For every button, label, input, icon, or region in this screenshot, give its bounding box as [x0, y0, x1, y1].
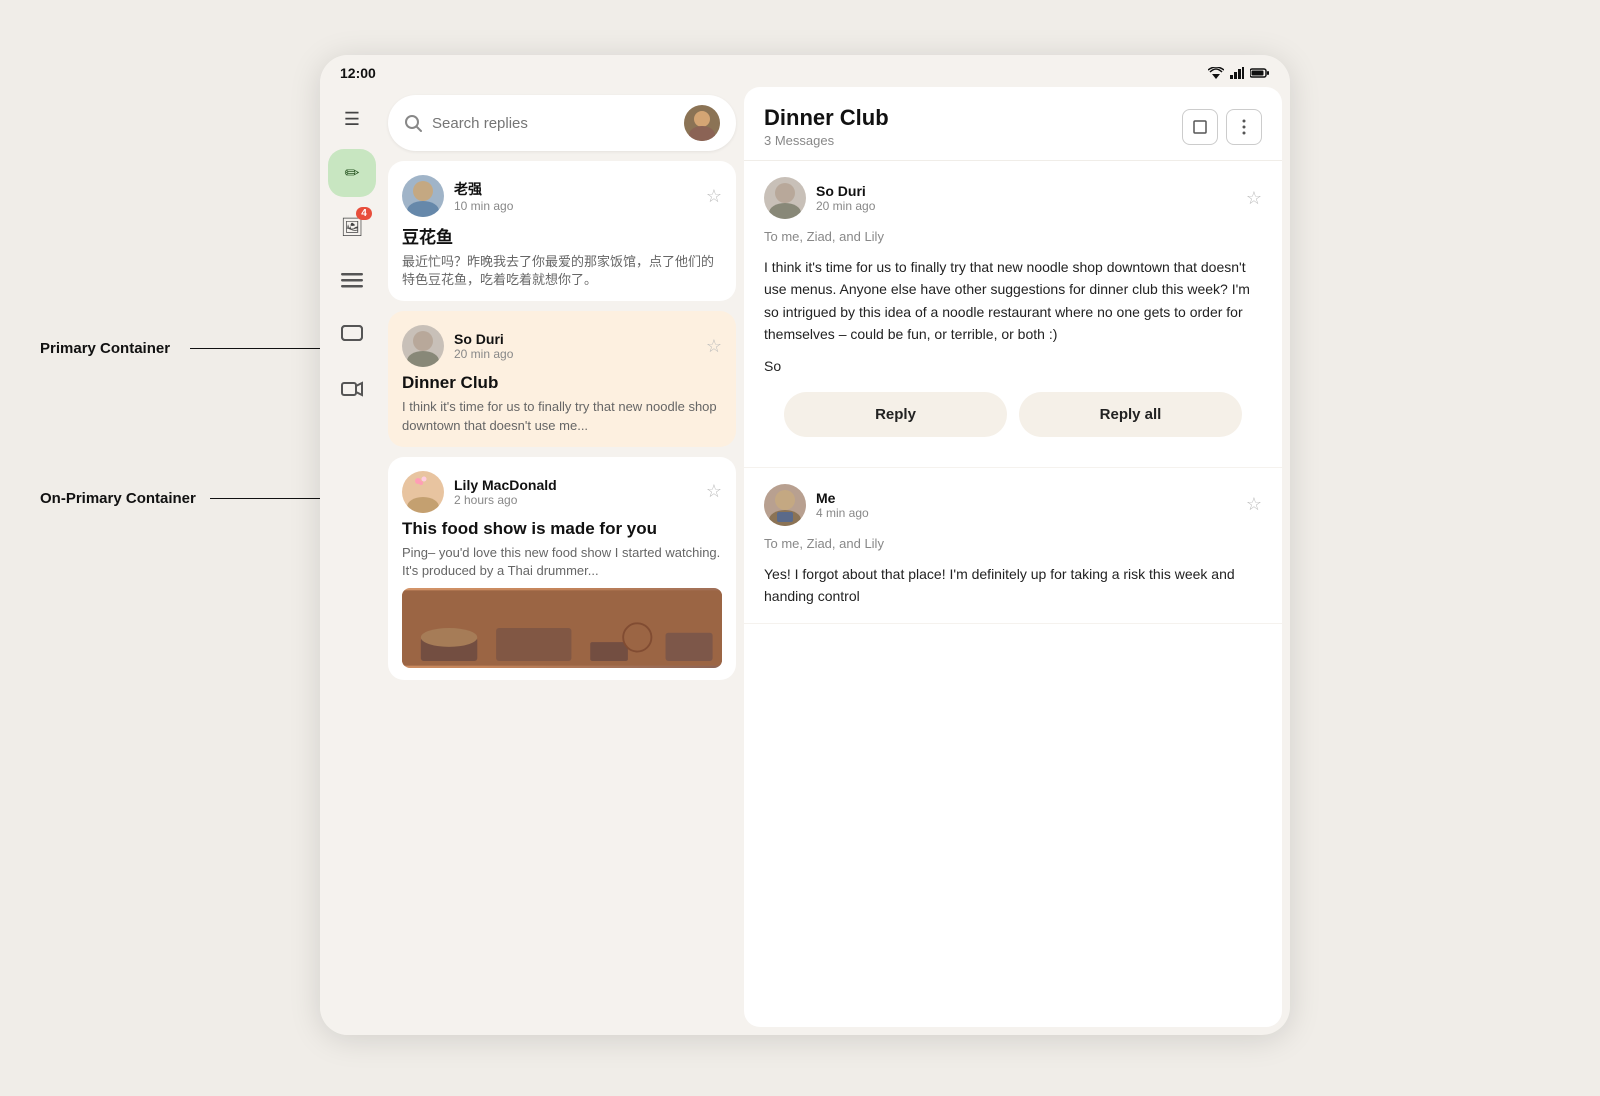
more-vert-icon: [1242, 119, 1246, 135]
email-card-lily[interactable]: Lily MacDonald 2 hours ago ☆ This food s…: [388, 457, 736, 680]
star-btn-laobao[interactable]: ☆: [706, 186, 722, 207]
nav-item-menu[interactable]: ☰: [328, 95, 376, 143]
detail-actions: [1182, 109, 1262, 145]
device-frame: 12:00: [320, 55, 1290, 1035]
wifi-icon: [1208, 67, 1224, 79]
reply-button[interactable]: Reply: [784, 392, 1007, 437]
message-time-soduri: 20 min ago: [816, 199, 1236, 213]
avatar-lily: [402, 471, 444, 513]
message-body-me: Yes! I forgot about that place! I'm defi…: [764, 563, 1262, 608]
window-icon: [1193, 120, 1207, 134]
inbox-badge: 4: [356, 207, 372, 220]
label-on-primary-container: On-Primary Container: [40, 490, 196, 507]
sender-name-lily: Lily MacDonald: [454, 477, 696, 493]
nav-sidebar: ☰ ✏ 🖼 4: [320, 87, 384, 1035]
email-time-soduri: 20 min ago: [454, 347, 696, 361]
star-btn-lily[interactable]: ☆: [706, 481, 722, 502]
left-panel: ☰ ✏ 🖼 4: [320, 87, 744, 1035]
status-icons: [1208, 67, 1270, 79]
nav-item-inbox[interactable]: 🖼 4: [328, 203, 376, 251]
email-preview-laobao: 最近忙吗？昨晚我去了你最爱的那家饭馆，点了他们的特色豆花鱼，吃着吃着就想你了。: [402, 253, 722, 289]
nav-item-chat[interactable]: [328, 311, 376, 359]
message-body-soduri: I think it's time for us to finally try …: [764, 256, 1262, 346]
email-preview-lily: Ping– you'd love this new food show I st…: [402, 544, 722, 580]
search-icon: [404, 114, 422, 132]
email-sender-info-laobao: 老强 10 min ago: [454, 179, 696, 213]
message-sender-name-me: Me: [816, 490, 1236, 506]
avatar-soduri: [402, 325, 444, 367]
message-sender-info-me: Me 4 min ago: [816, 490, 1236, 520]
message-sender-info-soduri: So Duri 20 min ago: [816, 183, 1236, 213]
message-avatar-soduri: [764, 177, 806, 219]
status-bar: 12:00: [320, 55, 1290, 87]
email-image-food: [402, 588, 722, 668]
reply-all-button[interactable]: Reply all: [1019, 392, 1242, 437]
nav-item-video[interactable]: [328, 365, 376, 413]
email-image-lily: [402, 588, 722, 668]
message-time-me: 4 min ago: [816, 506, 1236, 520]
message-to-soduri: To me, Ziad, and Lily: [764, 229, 1262, 244]
email-sender-info-lily: Lily MacDonald 2 hours ago: [454, 477, 696, 507]
message-item-me: Me 4 min ago ☆ To me, Ziad, and Lily Yes…: [744, 468, 1282, 625]
email-subject-lily: This food show is made for you: [402, 519, 722, 539]
email-detail-panel: Dinner Club 3 Messages: [744, 87, 1282, 1027]
message-star-me[interactable]: ☆: [1246, 494, 1262, 515]
email-card-header-laobao: 老强 10 min ago ☆: [402, 175, 722, 217]
message-sender-name-soduri: So Duri: [816, 183, 1236, 199]
main-content: ☰ ✏ 🖼 4: [320, 87, 1290, 1035]
detail-title-group: Dinner Club 3 Messages: [764, 105, 889, 148]
user-avatar: [684, 105, 720, 141]
email-time-lily: 2 hours ago: [454, 493, 696, 507]
nav-item-list[interactable]: [328, 257, 376, 305]
avatar-lily-image: [402, 471, 444, 513]
chat-icon: [341, 325, 363, 345]
detail-subtitle: 3 Messages: [764, 133, 889, 148]
email-subject-soduri: Dinner Club: [402, 373, 722, 393]
signal-icon: [1230, 67, 1244, 79]
battery-icon: [1250, 67, 1270, 79]
msg-avatar-soduri-img: [764, 177, 806, 219]
nav-item-compose[interactable]: ✏: [328, 149, 376, 197]
detail-header: Dinner Club 3 Messages: [744, 87, 1282, 161]
email-list-panel: 老强 10 min ago ☆ 豆花鱼 最近忙吗？昨晚我去了你最爱的那家饭馆，点…: [384, 87, 744, 1035]
avatar-laobao-image: [402, 175, 444, 217]
email-time-laobao: 10 min ago: [454, 199, 696, 213]
sender-name-soduri: So Duri: [454, 331, 696, 347]
detail-action-window[interactable]: [1182, 109, 1218, 145]
email-card-soduri[interactable]: So Duri 20 min ago ☆ Dinner Club I think…: [388, 311, 736, 446]
label-primary-container: Primary Container: [40, 340, 170, 357]
message-header-soduri: So Duri 20 min ago ☆: [764, 177, 1262, 219]
message-to-me: To me, Ziad, and Lily: [764, 536, 1262, 551]
reply-buttons: Reply Reply all: [764, 378, 1262, 451]
message-star-soduri[interactable]: ☆: [1246, 188, 1262, 209]
page-wrapper: Primary Container On-Primary Container 1…: [0, 0, 1600, 1096]
msg-avatar-me-img: [764, 484, 806, 526]
avatar-soduri-image: [402, 325, 444, 367]
detail-action-more[interactable]: [1226, 109, 1262, 145]
message-item-soduri: So Duri 20 min ago ☆ To me, Ziad, and Li…: [744, 161, 1282, 468]
email-card-header-soduri: So Duri 20 min ago ☆: [402, 325, 722, 367]
star-btn-soduri[interactable]: ☆: [706, 336, 722, 357]
detail-title: Dinner Club: [764, 105, 889, 131]
email-card-header-lily: Lily MacDonald 2 hours ago ☆: [402, 471, 722, 513]
message-header-me: Me 4 min ago ☆: [764, 484, 1262, 526]
avatar-laobao: [402, 175, 444, 217]
status-time: 12:00: [340, 65, 376, 81]
email-sender-info-soduri: So Duri 20 min ago: [454, 331, 696, 361]
email-card-laobao[interactable]: 老强 10 min ago ☆ 豆花鱼 最近忙吗？昨晚我去了你最爱的那家饭馆，点…: [388, 161, 736, 301]
email-subject-laobao: 豆花鱼: [402, 223, 722, 248]
list-icon: [341, 272, 363, 290]
search-bar[interactable]: [388, 95, 736, 151]
user-avatar-image: [684, 105, 720, 141]
message-avatar-me: [764, 484, 806, 526]
message-thread: So Duri 20 min ago ☆ To me, Ziad, and Li…: [744, 161, 1282, 1027]
video-icon: [341, 381, 363, 397]
sender-name-laobao: 老强: [454, 179, 696, 199]
detail-title-row: Dinner Club 3 Messages: [764, 105, 1262, 148]
message-signature-soduri: So: [764, 358, 1262, 374]
email-preview-soduri: I think it's time for us to finally try …: [402, 398, 722, 434]
search-input[interactable]: [432, 115, 674, 132]
